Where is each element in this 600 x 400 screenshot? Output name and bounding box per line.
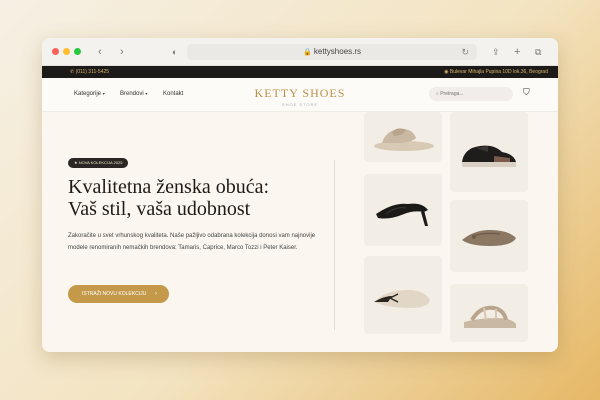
logo-tagline: SHOE STORE xyxy=(281,102,319,107)
beige-slide-sandal-image xyxy=(374,128,434,151)
beige-sport-sandal-image xyxy=(464,305,516,328)
headline-line-2: Vaš stil, vaša udobnost xyxy=(68,198,251,220)
cta-label: ISTRAŽI NOVU KOLEKCIJU xyxy=(82,291,147,297)
privacy-shield-icon[interactable]: ◐ xyxy=(172,45,177,59)
search-icon: ⌕ xyxy=(436,91,439,97)
star-icon: ★ xyxy=(74,160,78,165)
product-card-slide-sandal[interactable] xyxy=(364,112,442,162)
share-icon[interactable]: ⇪ xyxy=(492,45,500,59)
shopping-bag-icon[interactable]: ⛉ xyxy=(523,87,530,98)
minimize-window-button[interactable] xyxy=(63,48,70,55)
phone-info[interactable]: ✆ (011) 311-5425 xyxy=(70,66,109,78)
address-bar[interactable]: 🔒 kettyshoes.rs ↻ xyxy=(187,44,477,60)
taupe-ballet-flat-image xyxy=(462,230,516,246)
browser-toolbar: ‹ › ◐ 🔒 kettyshoes.rs ↻ ⇪ + ⧉ xyxy=(42,38,558,66)
phone-icon: ✆ xyxy=(70,69,75,75)
beige-pointed-flat-image xyxy=(374,290,430,308)
black-sneaker-image xyxy=(462,145,516,167)
maximize-window-button[interactable] xyxy=(74,48,81,55)
product-card-heeled-mule[interactable] xyxy=(364,174,442,246)
close-window-button[interactable] xyxy=(52,48,59,55)
product-card-pointed-flat[interactable] xyxy=(364,256,442,334)
address-info: ◉ Bulevar Mihajla Pupina 10D lok.36, Beo… xyxy=(444,66,548,78)
arrow-right-icon: › xyxy=(155,291,157,297)
main-navigation: Kategorije ▾ Brendovi ▾ Kontakt KETTY SH… xyxy=(42,78,558,112)
browser-window: ‹ › ◐ 🔒 kettyshoes.rs ↻ ⇪ + ⧉ ✆ (011) 31… xyxy=(42,38,558,352)
back-icon[interactable]: ‹ xyxy=(98,45,102,59)
product-card-sneaker[interactable] xyxy=(450,112,528,192)
reload-icon[interactable]: ↻ xyxy=(461,44,469,60)
phone-number: (011) 311-5425 xyxy=(75,69,110,75)
new-tab-icon[interactable]: + xyxy=(514,45,520,59)
url-text: kettyshoes.rs xyxy=(313,47,362,56)
forward-icon[interactable]: › xyxy=(120,45,124,59)
lock-icon: 🔒 xyxy=(302,49,312,56)
product-card-sport-sandal[interactable] xyxy=(450,284,528,342)
hero-headline: Kvalitetna ženska obuća: Vaš stil, vaša … xyxy=(68,176,318,220)
search-input[interactable] xyxy=(440,91,501,97)
new-collection-badge: ★ NOVA KOLEKCIJA 2025 xyxy=(68,158,129,168)
explore-collection-button[interactable]: ISTRAŽI NOVU KOLEKCIJU › xyxy=(68,285,169,303)
tabs-overview-icon[interactable]: ⧉ xyxy=(535,45,541,59)
hero-divider xyxy=(334,160,335,330)
headline-line-1: Kvalitetna ženska obuća: xyxy=(68,176,270,198)
contact-topbar: ✆ (011) 311-5425 ◉ Bulevar Mihajla Pupin… xyxy=(42,66,558,78)
hero-description: Zakoračite u svet vrhunskog kvaliteta. N… xyxy=(68,233,316,251)
search-box[interactable]: ⌕ xyxy=(429,87,513,101)
hero-section: ★ NOVA KOLEKCIJA 2025 Kvalitetna ženska … xyxy=(42,112,558,352)
location-pin-icon: ◉ xyxy=(444,69,449,75)
black-heeled-mule-image xyxy=(376,203,428,226)
product-card-ballet-flat[interactable] xyxy=(450,200,528,272)
badge-label: NOVA KOLEKCIJA 2025 xyxy=(78,160,123,165)
address-text: Bulevar Mihajla Pupina 10D lok.36, Beogr… xyxy=(449,69,548,75)
